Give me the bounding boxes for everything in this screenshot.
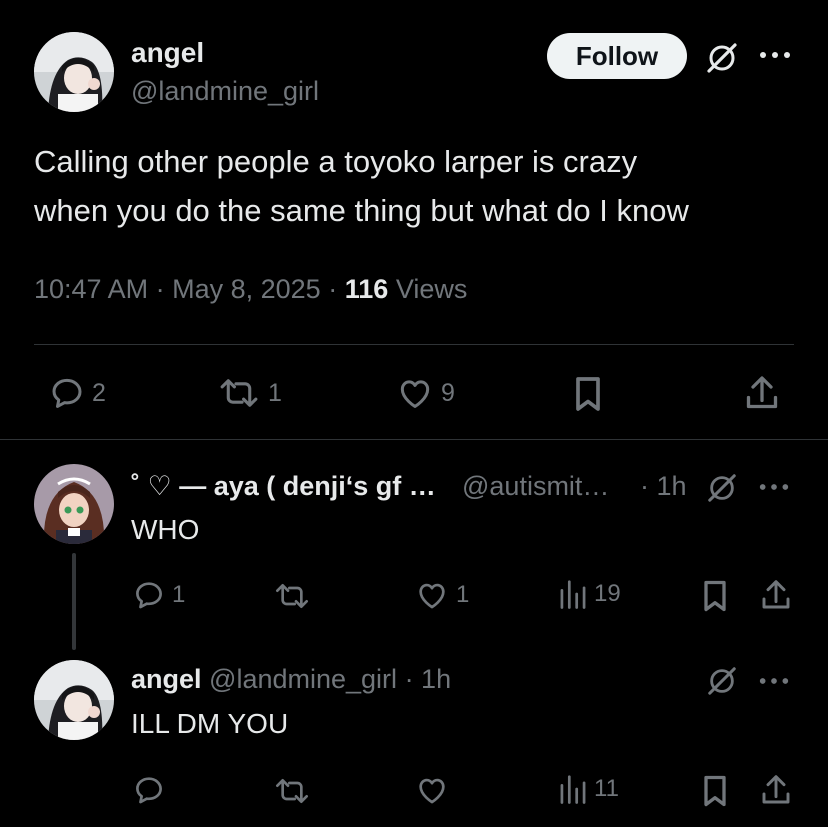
like-icon: [395, 374, 435, 412]
reply2-views-count: 11: [594, 775, 619, 802]
like-icon: [414, 578, 450, 612]
avatar-reply1[interactable]: [34, 464, 114, 544]
retweet-button[interactable]: 1: [216, 374, 282, 412]
bookmark-icon[interactable]: [700, 578, 730, 614]
tweet-text-line2: when you do the same thing but what do I…: [34, 193, 689, 228]
tweet-time[interactable]: 10:47 AM: [34, 274, 148, 304]
reply-icon: [132, 578, 166, 612]
meta-separator: ·: [328, 274, 338, 304]
reply1-views-count: 19: [594, 580, 621, 607]
reply-count: 2: [92, 378, 106, 407]
divider-bottom: [0, 439, 828, 440]
views-count: 116: [344, 274, 389, 304]
bookmark-icon[interactable]: [700, 773, 730, 809]
like-button[interactable]: 9: [395, 374, 455, 412]
tweet-meta: 10:47 AM · May 8, 2025 · 116 Views: [34, 274, 467, 305]
divider-top: [34, 344, 794, 345]
reply2-time[interactable]: · 1h: [405, 664, 452, 694]
more-icon[interactable]: [757, 49, 793, 61]
share-icon[interactable]: [760, 576, 792, 614]
author-name[interactable]: angel: [131, 37, 204, 69]
reply2-header: angel @landmine_girl · 1h: [131, 664, 451, 695]
avatar-main[interactable]: [34, 32, 114, 112]
reply1-name[interactable]: ˚ ♡ — aya ( denji‘s gf …: [131, 471, 436, 502]
reply-icon: [48, 374, 86, 412]
retweet-icon[interactable]: [272, 775, 312, 807]
views-label: Views: [395, 274, 468, 304]
reply2-views-button[interactable]: 11: [558, 773, 619, 805]
reply1-reply-count: 1: [172, 581, 186, 608]
grok-icon[interactable]: [706, 665, 738, 697]
retweet-count: 1: [268, 378, 282, 407]
more-icon[interactable]: [757, 481, 791, 493]
reply1-handle[interactable]: @autismit…: [462, 471, 609, 502]
reply2-name[interactable]: angel: [131, 664, 202, 694]
reply-button[interactable]: 2: [48, 374, 106, 412]
meta-separator: ·: [155, 274, 165, 304]
more-icon[interactable]: [757, 675, 791, 687]
thread-line: [72, 553, 76, 650]
reply1-like-button[interactable]: 1: [414, 578, 469, 612]
retweet-icon[interactable]: [272, 580, 312, 612]
avatar-reply2[interactable]: [34, 660, 114, 740]
reply-icon[interactable]: [132, 773, 166, 807]
views-icon: [558, 773, 588, 805]
reply1-reply-button[interactable]: 1: [132, 578, 185, 612]
retweet-icon: [216, 374, 262, 412]
grok-icon[interactable]: [706, 472, 738, 504]
tweet-date[interactable]: May 8, 2025: [172, 274, 321, 304]
like-count: 9: [441, 378, 455, 407]
share-icon[interactable]: [744, 372, 780, 414]
tweet-text-line1: Calling other people a toyoko larper is …: [34, 144, 638, 179]
author-handle[interactable]: @landmine_girl: [131, 76, 319, 107]
reply2-text: ILL DM YOU: [131, 708, 289, 739]
reply2-handle[interactable]: @landmine_girl: [209, 664, 397, 694]
reply1-views-button[interactable]: 19: [558, 578, 621, 610]
bookmark-icon[interactable]: [571, 374, 605, 414]
views-icon: [558, 578, 588, 610]
like-icon[interactable]: [414, 773, 450, 807]
follow-button[interactable]: Follow: [547, 33, 687, 79]
share-icon[interactable]: [760, 771, 792, 809]
reply1-time[interactable]: · 1h: [640, 471, 687, 502]
grok-icon[interactable]: [705, 41, 739, 75]
reply1-text: WHO: [131, 514, 200, 545]
reply1-like-count: 1: [456, 581, 470, 608]
